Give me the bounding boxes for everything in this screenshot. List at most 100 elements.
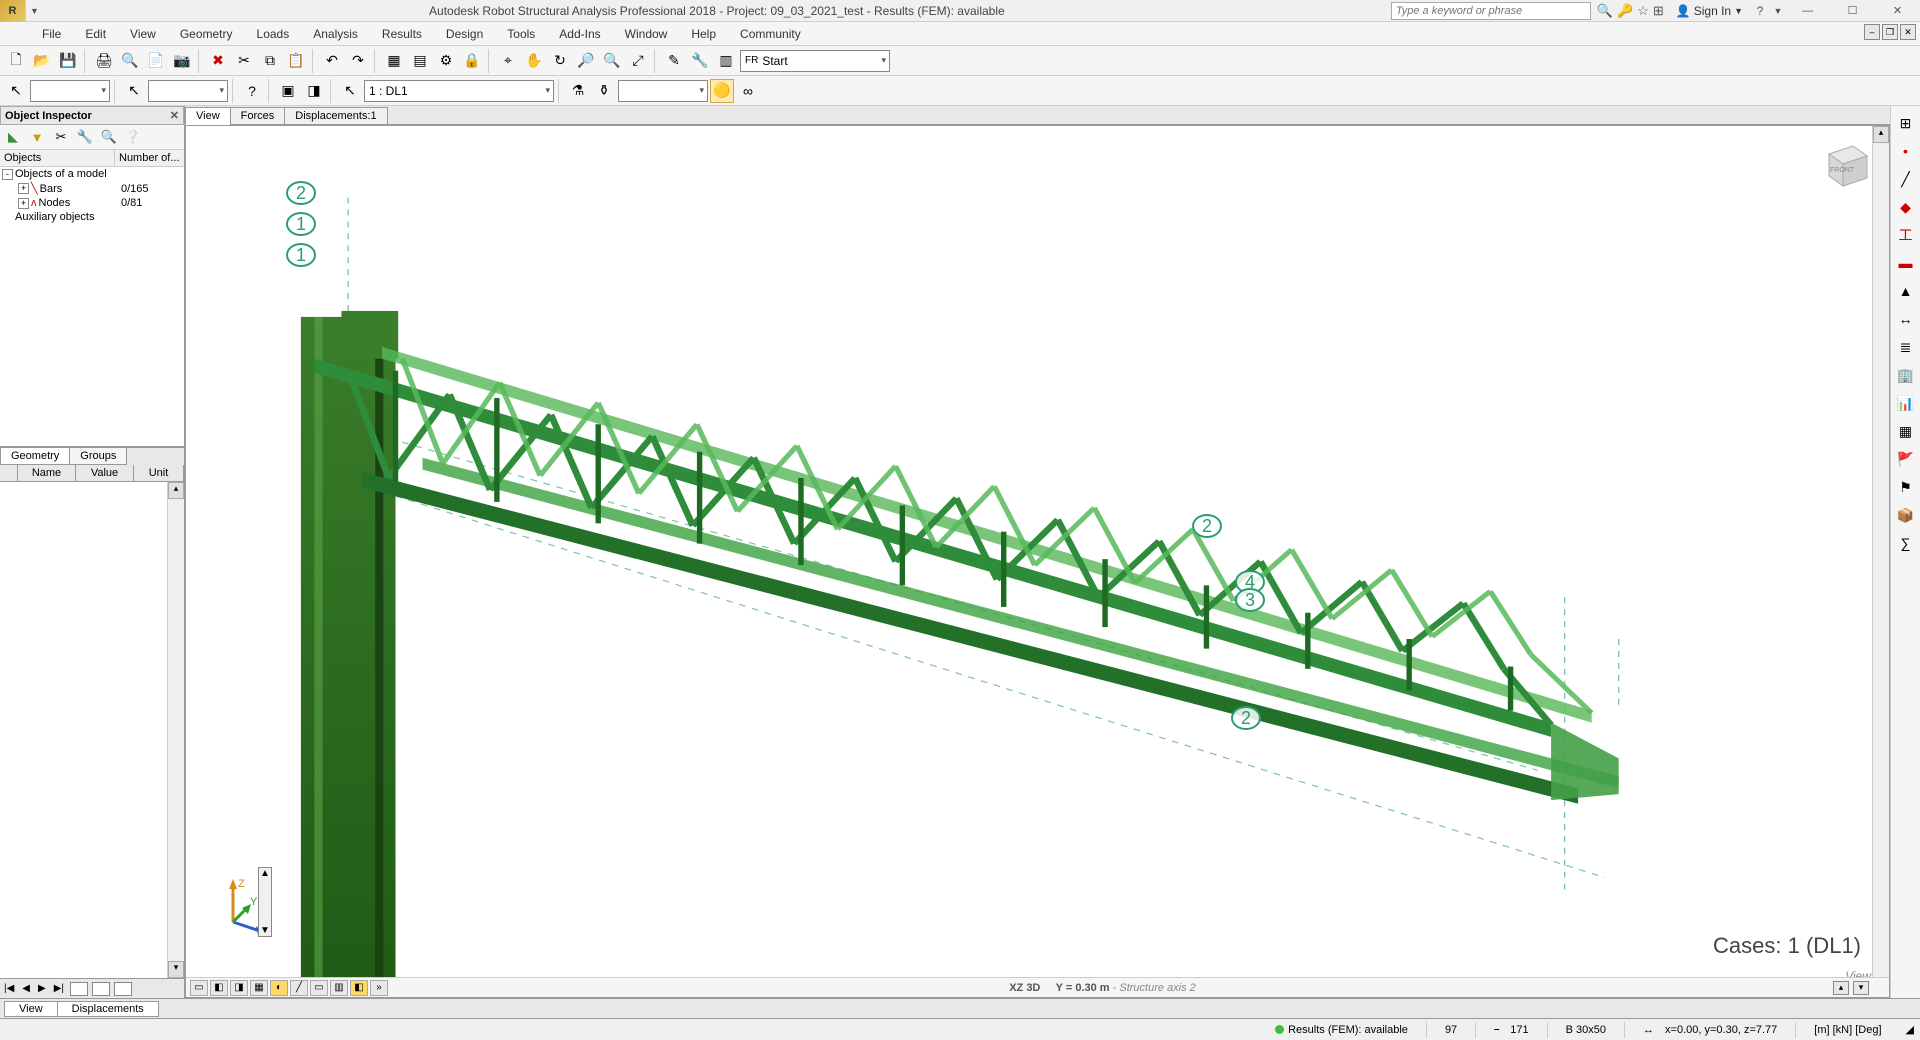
app-store-icon[interactable]: ⊞ — [1653, 3, 1664, 19]
menu-loads[interactable]: Loads — [245, 24, 302, 44]
vp-icon[interactable]: ▥ — [330, 980, 348, 996]
properties-scrollbar[interactable]: ▴ ▾ — [167, 482, 184, 978]
edit-selection-icon[interactable]: ✎ — [662, 49, 686, 73]
tab-displacements[interactable]: Displacements:1 — [284, 107, 387, 125]
layers-icon[interactable]: ≣ — [1895, 336, 1917, 358]
menu-community[interactable]: Community — [728, 24, 813, 44]
filter2-icon[interactable]: ⚱ — [592, 79, 616, 103]
spin-up-icon[interactable]: ▴ — [1833, 981, 1849, 995]
tree-row[interactable]: +ʌ Nodes 0/81 — [0, 196, 184, 210]
close-button[interactable]: ✕ — [1875, 0, 1920, 22]
open-icon[interactable]: 📂 — [30, 49, 54, 73]
tree-row[interactable]: -Objects of a model — [0, 167, 184, 181]
building-icon[interactable]: 🏢 — [1895, 364, 1917, 386]
filter-icon[interactable]: ⚗ — [566, 79, 590, 103]
pan-icon[interactable]: ✋ — [522, 49, 546, 73]
magnify-icon[interactable]: 🔎 — [574, 49, 598, 73]
vp-icon[interactable]: ╱ — [290, 980, 308, 996]
filter-combo[interactable] — [618, 80, 708, 102]
delete-icon[interactable]: ✖ — [206, 49, 230, 73]
nav-prev-icon[interactable]: ◀ — [20, 983, 32, 994]
layout-icon[interactable]: ▥ — [714, 49, 738, 73]
sheet-tab-3[interactable] — [114, 982, 132, 996]
zoom-window-icon[interactable]: ⌖ — [496, 49, 520, 73]
inspector-close-button[interactable]: ✕ — [170, 109, 179, 122]
search-icon[interactable]: 🔍 — [1597, 3, 1613, 19]
calc-icon[interactable]: ⚙ — [434, 49, 458, 73]
star-icon[interactable]: ☆ — [1637, 3, 1649, 19]
case-cursor-icon[interactable]: ↖ — [338, 79, 362, 103]
doctab-view[interactable]: View — [4, 1001, 58, 1017]
help-icon[interactable]: ❔ — [124, 128, 142, 146]
sheet-tab-1[interactable] — [70, 982, 88, 996]
3d-viewport[interactable]: 2 1 1 2 4 3 2 Cases: 1 (DL1) View Z Y X … — [185, 125, 1890, 998]
expand-icon[interactable]: + — [18, 198, 29, 209]
help-button[interactable]: ? — [1749, 4, 1771, 18]
page-setup-icon[interactable]: 📄 — [144, 49, 168, 73]
inspector-tree[interactable]: -Objects of a model +╲ Bars 0/165 +ʌ Nod… — [0, 167, 184, 447]
menu-window[interactable]: Window — [613, 24, 680, 44]
menu-file[interactable]: File — [30, 24, 73, 44]
print-icon[interactable]: 🖨 — [92, 49, 116, 73]
calc-sum-icon[interactable]: ∑ — [1895, 532, 1917, 554]
minimize-button[interactable]: — — [1785, 0, 1830, 22]
scroll-up-icon[interactable]: ▴ — [1873, 126, 1889, 143]
view-cube[interactable]: FRONT — [1819, 136, 1875, 192]
table-icon[interactable]: ▤ — [408, 49, 432, 73]
scroll-down-icon[interactable]: ▾ — [168, 961, 184, 978]
vp-chevron-icon[interactable]: » — [370, 980, 388, 996]
window-icon[interactable]: ▣ — [276, 79, 300, 103]
dim-icon[interactable]: ↔ — [1895, 308, 1917, 330]
save-icon[interactable]: 💾 — [56, 49, 80, 73]
lock-icon[interactable]: 🔒 — [460, 49, 484, 73]
cursor2-icon[interactable]: ↖ — [122, 79, 146, 103]
reduce-icon[interactable]: 🔍 — [600, 49, 624, 73]
tab-view[interactable]: View — [185, 107, 231, 125]
colors-icon[interactable]: ▦ — [1895, 420, 1917, 442]
slider-up-icon[interactable]: ▲ — [259, 868, 271, 879]
vp-icon[interactable]: ◨ — [230, 980, 248, 996]
new-icon[interactable]: 🗋 — [4, 49, 28, 73]
vp-icon[interactable]: ▭ — [190, 980, 208, 996]
tree-row[interactable]: Auxiliary objects — [0, 210, 184, 224]
wrench-icon[interactable]: 🔧 — [688, 49, 712, 73]
print-preview-icon[interactable]: 🔍 — [118, 49, 142, 73]
vp-icon[interactable]: ▭ — [310, 980, 328, 996]
menu-design[interactable]: Design — [434, 24, 495, 44]
status-grip-icon[interactable]: ◢ — [1900, 1023, 1914, 1036]
slider-down-icon[interactable]: ▼ — [259, 925, 271, 936]
fit-icon[interactable]: ⤢ — [626, 49, 650, 73]
menu-geometry[interactable]: Geometry — [168, 24, 245, 44]
snap-icon[interactable]: ⊞ — [1895, 112, 1917, 134]
mdi-minimize-button[interactable]: ­– — [1864, 24, 1880, 40]
menu-edit[interactable]: Edit — [73, 24, 118, 44]
maximize-button[interactable]: ☐ — [1830, 0, 1875, 22]
copy-icon[interactable]: ⧉ — [258, 49, 282, 73]
section-red-icon[interactable]: ◆ — [1895, 196, 1917, 218]
display-mode-icon[interactable]: 🟡 — [710, 79, 734, 103]
expand-icon[interactable]: + — [18, 183, 29, 194]
sheet-tab-2[interactable] — [92, 982, 110, 996]
menu-addins[interactable]: Add-Ins — [547, 24, 612, 44]
select-help-icon[interactable]: ? — [240, 79, 264, 103]
viewport-scrollbar[interactable]: ▴ — [1872, 126, 1889, 977]
app-logo[interactable]: R — [0, 0, 26, 22]
paste-icon[interactable]: 📋 — [284, 49, 308, 73]
key-icon[interactable]: 🔑 — [1617, 3, 1633, 19]
filter-wrench-icon[interactable]: 🔧 — [76, 128, 94, 146]
view-slider[interactable]: ▲ ▼ — [258, 867, 272, 937]
nav-next-icon[interactable]: ▶ — [36, 983, 48, 994]
bar-icon[interactable]: ╱ — [1895, 168, 1917, 190]
menu-tools[interactable]: Tools — [495, 24, 547, 44]
window2-icon[interactable]: ◨ — [302, 79, 326, 103]
tab-forces[interactable]: Forces — [230, 107, 286, 125]
filter-yellow-icon[interactable]: ▼ — [28, 128, 46, 146]
menu-analysis[interactable]: Analysis — [301, 24, 370, 44]
menu-view[interactable]: View — [118, 24, 168, 44]
tab-geometry[interactable]: Geometry — [0, 448, 70, 465]
node-icon[interactable]: • — [1895, 140, 1917, 162]
scroll-up-icon[interactable]: ▴ — [168, 482, 184, 499]
help-dropdown-icon[interactable]: ▼ — [1771, 6, 1785, 16]
spin-down-icon[interactable]: ▾ — [1853, 981, 1869, 995]
redo-icon[interactable]: ↷ — [346, 49, 370, 73]
